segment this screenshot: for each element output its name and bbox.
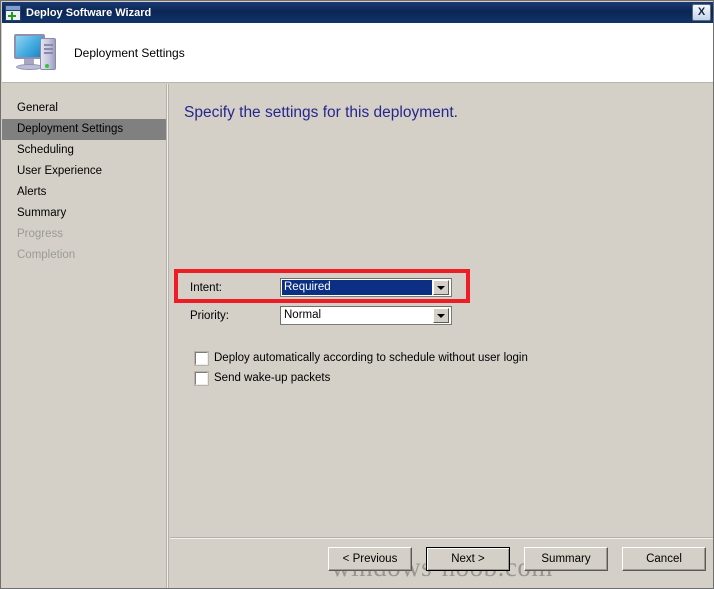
sidebar-item-summary[interactable]: Summary bbox=[2, 203, 166, 224]
deploy-software-wizard-window: Deploy Software Wizard X Deployment Sett… bbox=[0, 0, 714, 589]
intent-field-row: Intent: Required bbox=[190, 278, 452, 297]
deploy-automatically-checkbox-row[interactable]: Deploy automatically according to schedu… bbox=[194, 350, 528, 366]
sidebar-item-scheduling[interactable]: Scheduling bbox=[2, 140, 166, 161]
send-wake-up-packets-label: Send wake-up packets bbox=[214, 372, 331, 384]
next-button[interactable]: Next > bbox=[426, 547, 510, 571]
intent-label: Intent: bbox=[190, 281, 222, 294]
page-title: Specify the settings for this deployment… bbox=[184, 104, 458, 121]
wizard-window-plus-icon bbox=[5, 4, 21, 21]
close-icon[interactable]: X bbox=[692, 4, 711, 21]
previous-button[interactable]: < Previous bbox=[328, 547, 412, 571]
sidebar-item-alerts[interactable]: Alerts bbox=[2, 182, 166, 203]
priority-label: Priority: bbox=[190, 309, 229, 322]
title-bar: Deploy Software Wizard X bbox=[2, 2, 713, 23]
wizard-header: Deployment Settings bbox=[2, 23, 713, 83]
wizard-button-bar: < Previous Next > Summary Cancel bbox=[170, 547, 706, 571]
intent-dropdown[interactable]: Required bbox=[280, 278, 452, 297]
content-pane: Specify the settings for this deployment… bbox=[170, 84, 713, 588]
priority-selected-value: Normal bbox=[284, 309, 322, 321]
cancel-button[interactable]: Cancel bbox=[622, 547, 706, 571]
intent-selected-value: Required bbox=[282, 280, 432, 295]
send-wake-up-packets-checkbox[interactable] bbox=[194, 370, 209, 386]
deploy-automatically-label: Deploy automatically according to schedu… bbox=[214, 352, 528, 364]
send-wake-up-packets-checkbox-row[interactable]: Send wake-up packets bbox=[194, 370, 331, 386]
sidebar-item-progress: Progress bbox=[17, 228, 64, 240]
wizard-body: General Deployment Settings Scheduling U… bbox=[2, 84, 713, 588]
chevron-down-icon[interactable] bbox=[433, 280, 449, 295]
computer-icon bbox=[14, 32, 60, 74]
sidebar-item-deployment-settings[interactable]: Deployment Settings bbox=[2, 119, 166, 140]
summary-button[interactable]: Summary bbox=[524, 547, 608, 571]
priority-field-row: Priority: Normal bbox=[190, 306, 452, 325]
window-title: Deploy Software Wizard bbox=[26, 6, 152, 19]
footer-divider bbox=[170, 537, 713, 539]
chevron-down-icon[interactable] bbox=[433, 308, 449, 323]
wizard-step-list: General Deployment Settings Scheduling U… bbox=[2, 84, 166, 588]
sidebar-item-completion: Completion bbox=[17, 249, 76, 261]
sidebar-item-user-experience[interactable]: User Experience bbox=[2, 161, 166, 182]
sidebar-item-general[interactable]: General bbox=[2, 98, 166, 119]
header-title: Deployment Settings bbox=[74, 45, 185, 60]
priority-dropdown[interactable]: Normal bbox=[280, 306, 452, 325]
deploy-automatically-checkbox[interactable] bbox=[194, 350, 209, 366]
sidebar-divider bbox=[166, 84, 169, 588]
